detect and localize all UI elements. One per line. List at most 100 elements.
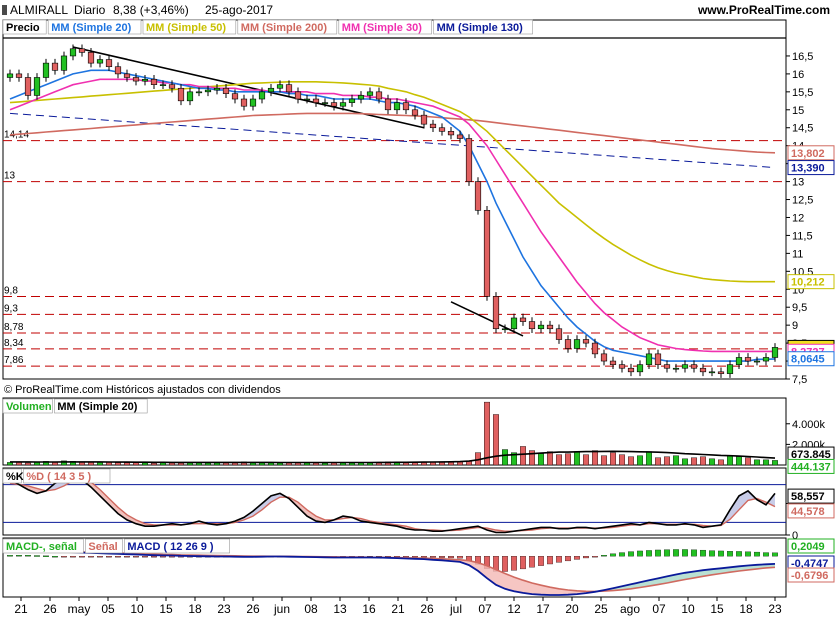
price-tick-label: 16,5 — [792, 51, 813, 63]
price-tick-label: 16 — [792, 69, 804, 81]
volume-bar — [124, 462, 130, 466]
candle-body — [537, 324, 545, 330]
level-label: 9,3 — [4, 303, 18, 314]
volume-bar — [502, 449, 508, 466]
volume-bar — [745, 457, 751, 466]
level-label: 9,8 — [4, 285, 18, 296]
x-tick-label: 15 — [710, 602, 724, 616]
x-tick-label: 23 — [217, 602, 231, 616]
volume-bar — [205, 462, 211, 466]
price-legend-label: MM (Simple 200) — [241, 22, 328, 34]
candle-body — [15, 73, 23, 78]
candle-body — [474, 181, 482, 211]
candle-body — [303, 98, 311, 101]
volume-bar — [637, 455, 643, 466]
macd-legend-label: Señal — [88, 541, 117, 553]
candle-body — [177, 87, 185, 102]
macd-histogram-bar — [718, 550, 724, 557]
level-label: 8,34 — [4, 338, 24, 349]
x-tick-label: 13 — [333, 602, 347, 616]
macd-histogram-bar — [673, 549, 679, 557]
macd-legend-label: MACD ( 12 26 9 ) — [127, 541, 214, 553]
candle-body — [249, 98, 257, 107]
price-tick-label: 12,5 — [792, 195, 813, 207]
candle-body — [69, 48, 77, 57]
candle-body — [726, 364, 734, 374]
volume-bar — [610, 452, 616, 466]
volume-bar — [727, 455, 733, 466]
macd-histogram-bar — [691, 549, 697, 557]
x-tick-label: 15 — [159, 602, 173, 616]
stoch-value-badge-text: 44,578 — [791, 506, 825, 518]
candle-body — [195, 91, 203, 94]
macd-histogram-bar — [70, 556, 76, 558]
macd-histogram-bar — [664, 549, 670, 557]
candle-body — [159, 84, 167, 86]
candle-body — [744, 357, 752, 362]
candle-body — [663, 364, 671, 369]
candle-body — [132, 77, 140, 82]
symbol-marker-icon — [2, 5, 7, 15]
macd-histogram-bar — [754, 551, 760, 557]
volume-bar — [619, 454, 625, 466]
price-tick-label: 7,5 — [792, 374, 807, 386]
volume-bar — [772, 460, 778, 466]
volume-bar — [178, 462, 184, 466]
macd-histogram-bar — [565, 556, 571, 562]
volume-bar — [574, 451, 580, 466]
price-legend-label: MM (Simple 20) — [51, 22, 131, 34]
x-tick-label: 18 — [188, 602, 202, 616]
price-value-badge-text: 13,802 — [791, 148, 825, 160]
price-value-badge-text: 8,0645 — [791, 354, 825, 366]
volume-bar — [484, 401, 490, 466]
candle-body — [555, 328, 563, 340]
candle-body — [573, 339, 581, 349]
volume-bar — [493, 414, 499, 466]
candle-body — [510, 317, 518, 330]
price-change: 8,38 (+3,46%) — [113, 3, 189, 17]
macd-histogram-bar — [700, 549, 706, 557]
volume-bar — [709, 458, 715, 466]
candle-body — [582, 339, 590, 344]
candle-body — [114, 66, 122, 75]
x-tick-label: 12 — [507, 602, 521, 616]
volume-bar — [520, 446, 526, 466]
candle-body — [627, 367, 635, 373]
period-label: Diario — [74, 3, 106, 17]
candle-body — [438, 127, 446, 132]
macd-histogram-bar — [583, 556, 589, 559]
macd-histogram-bar — [16, 555, 22, 557]
candle-body — [690, 364, 698, 369]
x-tick-label: 21 — [391, 602, 405, 616]
x-tick-label: may — [68, 602, 91, 616]
candle-body — [735, 357, 743, 365]
macd-histogram-bar — [115, 556, 121, 558]
candle-body — [393, 102, 401, 111]
candle-body — [564, 339, 572, 349]
x-tick-label: 07 — [478, 602, 492, 616]
macd-histogram-bar — [646, 550, 652, 557]
candle-body — [411, 109, 419, 116]
price-footer: © ProRealTime.com Históricos ajustados c… — [4, 384, 281, 396]
candle-body — [366, 91, 374, 96]
macd-histogram-bar — [430, 556, 436, 558]
candle-body — [465, 138, 473, 182]
volume-bar — [529, 450, 535, 466]
volume-bar — [664, 456, 670, 466]
candle-body — [258, 91, 266, 100]
x-tick-label: 23 — [768, 602, 782, 616]
volume-bar — [592, 450, 598, 466]
macd-histogram-bar — [727, 551, 733, 557]
volume-bar — [736, 456, 742, 466]
candle-body — [204, 89, 212, 93]
x-tick-label: 16 — [362, 602, 376, 616]
candle-body — [546, 324, 554, 330]
candle-body — [294, 91, 302, 100]
price-legend-label: Precio — [6, 22, 40, 34]
candle-body — [600, 353, 608, 362]
macd-histogram-bar — [520, 556, 526, 570]
price-legend-label: MM (Simple 30) — [342, 22, 422, 34]
candle-body — [87, 52, 95, 64]
macd-histogram-bar — [88, 556, 94, 558]
candle-body — [384, 98, 392, 111]
